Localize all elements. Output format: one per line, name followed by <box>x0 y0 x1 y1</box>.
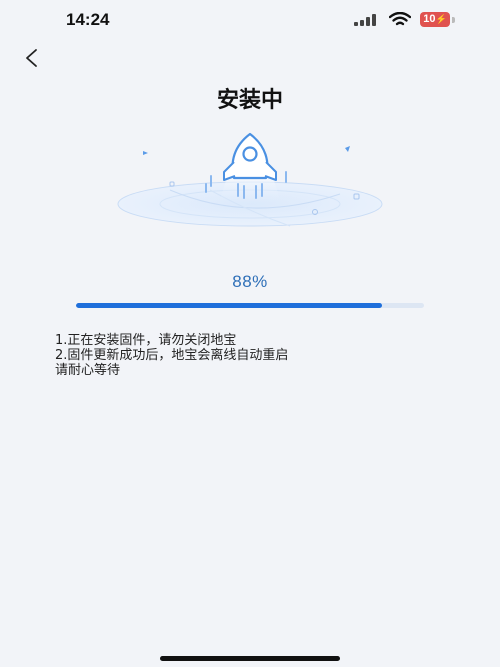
charging-bolt-icon: ⚡ <box>435 14 447 24</box>
note-line-2: 2.固件更新成功后，地宝会离线自动重启 <box>55 348 289 363</box>
back-button[interactable] <box>18 44 46 72</box>
chevron-left-icon <box>26 49 37 67</box>
rocket-icon <box>223 132 277 181</box>
progress-bar-fill <box>76 303 383 308</box>
cellular-signal-icon <box>354 14 376 26</box>
progress-bar <box>76 303 424 308</box>
battery-level: 10 <box>423 13 436 25</box>
note-line-3: 请耐心等待 <box>55 363 121 378</box>
page-title: 安装中 <box>216 88 283 113</box>
home-indicator <box>160 656 340 661</box>
battery-tip <box>452 17 455 23</box>
install-notes: 1.正在安装固件，请勿关闭地宝 2.固件更新成功后，地宝会离线自动重启 请耐心等… <box>55 333 288 378</box>
wifi-icon <box>389 12 411 26</box>
progress-percent: 88% <box>232 272 268 291</box>
battery-icon: 10 ⚡ <box>420 12 450 27</box>
rocket-illustration <box>117 132 383 227</box>
status-time: 14:24 <box>66 10 110 29</box>
status-bar: 14:24 10 ⚡ <box>0 0 500 40</box>
note-line-1: 1.正在安装固件，请勿关闭地宝 <box>55 333 237 348</box>
